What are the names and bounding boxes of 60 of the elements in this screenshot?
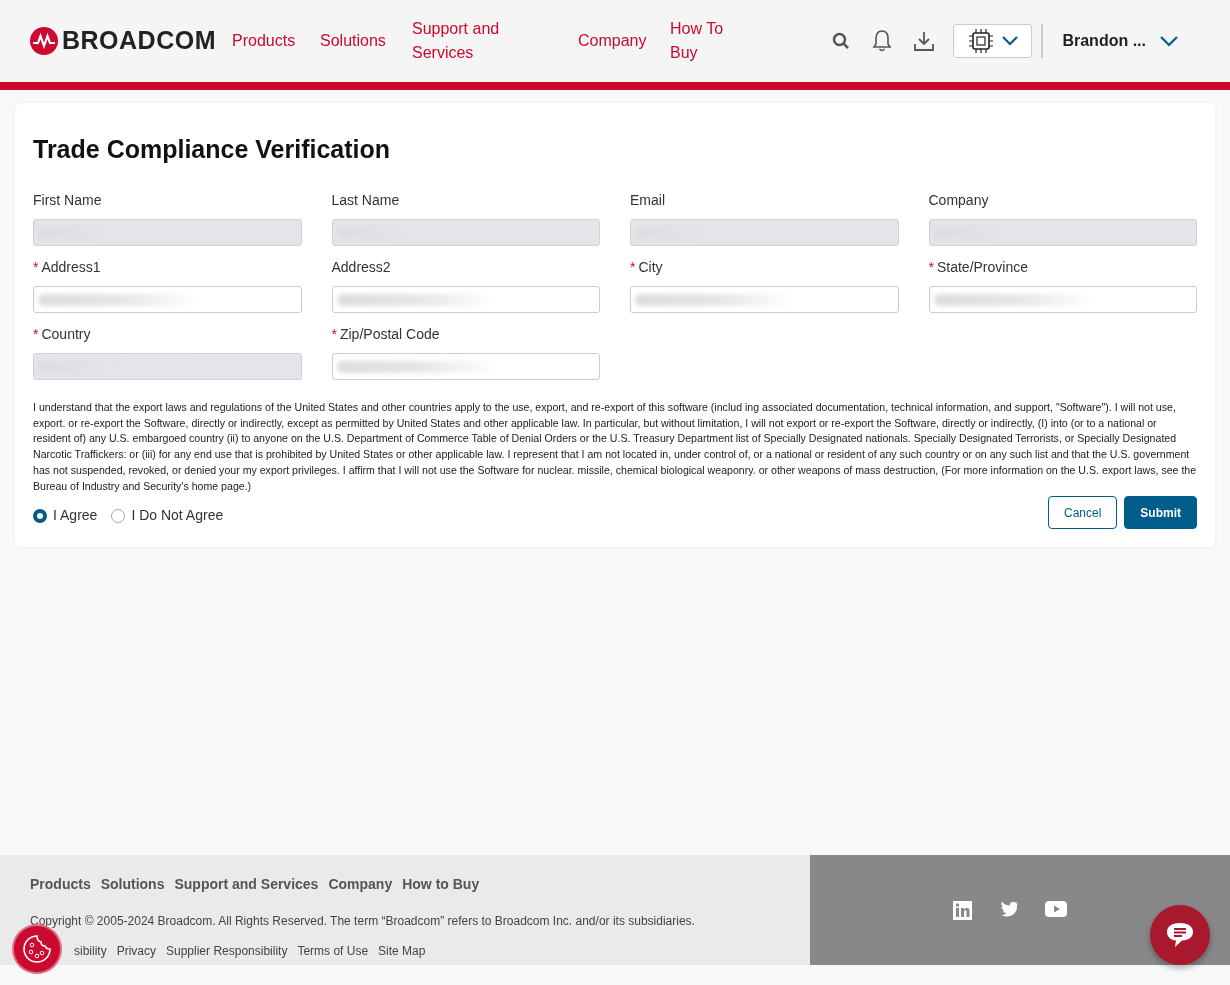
required-mark: * [630, 257, 636, 277]
radio-option[interactable]: I Agree [33, 505, 98, 527]
chevron-down-icon [1160, 35, 1178, 47]
radio-unselected[interactable] [111, 508, 126, 523]
youtube-icon[interactable] [1045, 901, 1067, 917]
text-field[interactable] [630, 286, 899, 313]
field-label: Company [928, 190, 989, 210]
copyright-text: Copyright © 2005-2024 Broadcom. All Rights Reserved. The term “Broadcom” refers to Broadcom Inc. and/or its subsidiaries. [30, 913, 696, 930]
footer-link[interactable]: Site Map [378, 942, 426, 960]
logo-text: BROADCOM [62, 25, 216, 57]
radio-option[interactable]: I Do Not Agree [111, 505, 224, 527]
footer-link[interactable]: Terms of Use [297, 942, 369, 960]
radio-selected[interactable] [33, 508, 47, 523]
chip-icon [967, 28, 994, 54]
footer-nav-link[interactable]: Products [30, 874, 91, 895]
footer-link[interactable]: Privacy [116, 942, 156, 960]
required-mark: * [928, 257, 934, 277]
chat-icon [1165, 921, 1195, 949]
required-mark: * [33, 324, 39, 344]
nav-link[interactable]: Support and Services [412, 17, 562, 65]
radio-label: I Agree [53, 506, 98, 526]
footer-nav-link[interactable]: Solutions [100, 874, 165, 895]
nav-link[interactable]: How To Buy [670, 17, 734, 65]
field-label: Email [630, 190, 665, 210]
linkedin-icon[interactable] [953, 901, 972, 920]
text-field[interactable] [331, 353, 600, 380]
bell-icon[interactable] [871, 29, 894, 53]
text-field[interactable] [331, 286, 600, 313]
field-label: City [638, 257, 663, 277]
field-label: Zip/Postal Code [339, 324, 440, 344]
field-label: Address1 [41, 257, 101, 277]
chevron-down-icon [1001, 36, 1018, 46]
footer-nav-link[interactable]: Support and Services [174, 874, 319, 895]
footer-link[interactable]: sibility [74, 942, 107, 960]
radio-label: I Do Not Agree [131, 506, 224, 526]
cookie-icon [22, 934, 52, 964]
footer-nav-link[interactable]: How to Buy [402, 874, 480, 895]
field-label: Address2 [331, 257, 391, 277]
cancel-button[interactable]: Cancel [1047, 496, 1118, 530]
text-field[interactable] [928, 286, 1197, 313]
submit-button[interactable]: Submit [1124, 496, 1197, 530]
field-label: Country [41, 324, 91, 344]
nav-link[interactable]: Solutions [320, 29, 396, 53]
legal-text: I understand that the export laws and regulations of the United States and other countries apply to the use, export, and re-export of this software (includ ing associated documentation, technical information, and support, "Software"). I will not use, export. or re-export the Software, directly or indirectly, except as permitted by United States and other applicable law. In particular, but without limitation, I will not export or re-export the Software, directly or indirectly, (I) into (or to a national or resident of) any U.S. embargoed country (ii) to anyone on the U.S. Department of Commerce Table of Denial Orders or the U.S. Treasury Department list of Specially Designated nationals. Specially Designated Terrorists, or Specially Designated Narcotic Traffickers: or (iii) for any end use that is prohibited by United States or other applicable law. I represent that I am not located in, under control of, or a national or resident of any such country or on any such list and that the U.S. government has not suspended, revoked, or denied your my export privileges. I affirm that I will not use the Software for nuclear. missile, chemical biological weaponry. or other weapons of mass destruction, (For more information on the U.S. export laws, see the Bureau of Industry and Security's home page.) [33, 400, 1197, 494]
footer-link[interactable]: Supplier Responsibility [166, 942, 288, 960]
required-mark: * [33, 257, 39, 277]
text-field[interactable] [33, 286, 302, 313]
nav-link[interactable]: Company [578, 29, 654, 53]
product-dropdown[interactable] [953, 24, 1033, 58]
logo-icon [30, 27, 58, 55]
field-label: State/Province [936, 257, 1028, 277]
twitter-icon[interactable] [998, 901, 1019, 918]
field-label: First Name [33, 190, 102, 210]
field-label: Last Name [331, 190, 400, 210]
footer-nav-link[interactable]: Company [328, 874, 393, 895]
required-mark: * [331, 324, 337, 344]
form-title: Trade Compliance Verification [33, 134, 392, 165]
user-menu[interactable]: Brandon ... [1052, 29, 1178, 53]
nav-link[interactable]: Products [232, 29, 304, 53]
download-icon[interactable] [913, 30, 936, 52]
